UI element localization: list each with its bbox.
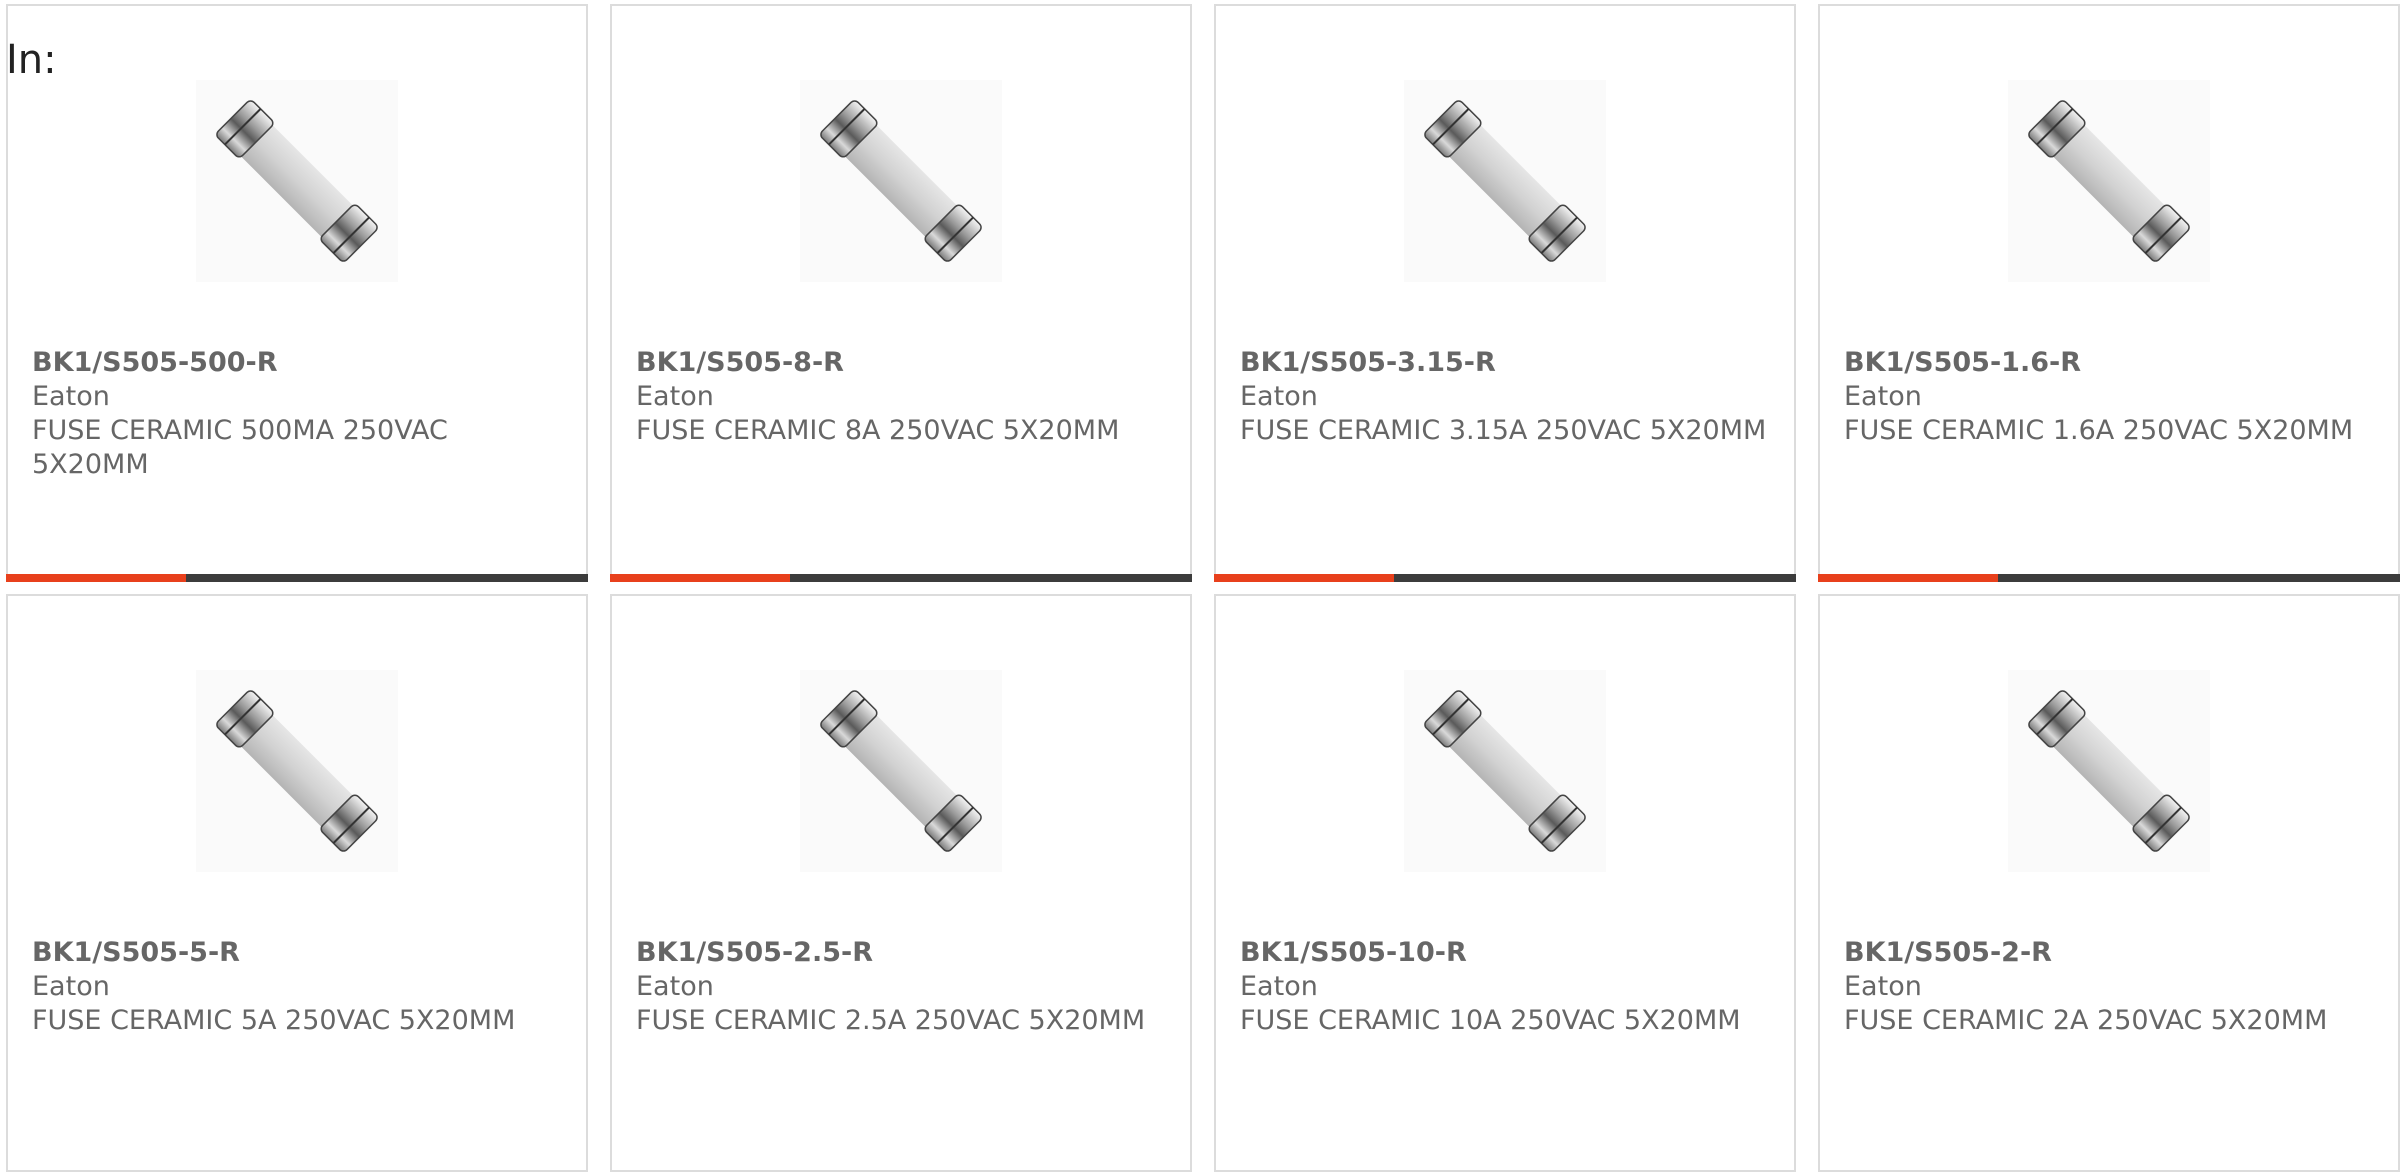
- progress-bar-fill: [1214, 574, 1395, 582]
- product-card[interactable]: BK1/S505-3.15-R Eaton FUSE CERAMIC 3.15A…: [1214, 4, 1796, 582]
- manufacturer: Eaton: [1844, 381, 1922, 412]
- product-info: BK1/S505-2.5-R Eaton FUSE CERAMIC 2.5A 2…: [636, 936, 1166, 1038]
- fuse-image[interactable]: [2008, 80, 2210, 282]
- progress-bar: [6, 574, 588, 582]
- part-number[interactable]: BK1/S505-1.6-R: [1844, 346, 2374, 380]
- product-description: FUSE CERAMIC 3.15A 250VAC 5X20MM: [1240, 415, 1767, 446]
- manufacturer: Eaton: [1240, 971, 1318, 1002]
- manufacturer: Eaton: [32, 381, 110, 412]
- fuse-image[interactable]: [1404, 80, 1606, 282]
- product-description: FUSE CERAMIC 1.6A 250VAC 5X20MM: [1844, 415, 2354, 446]
- product-description: FUSE CERAMIC 500MA 250VAC 5X20MM: [32, 415, 448, 480]
- product-card[interactable]: BK1/S505-5-R Eaton FUSE CERAMIC 5A 250VA…: [6, 594, 588, 1172]
- fuse-image[interactable]: [1404, 670, 1606, 872]
- product-card[interactable]: BK1/S505-1.6-R Eaton FUSE CERAMIC 1.6A 2…: [1818, 4, 2400, 582]
- product-info: BK1/S505-1.6-R Eaton FUSE CERAMIC 1.6A 2…: [1844, 346, 2374, 448]
- part-number[interactable]: BK1/S505-8-R: [636, 346, 1166, 380]
- part-number[interactable]: BK1/S505-2-R: [1844, 936, 2374, 970]
- product-card[interactable]: BK1/S505-500-R Eaton FUSE CERAMIC 500MA …: [6, 4, 588, 582]
- product-info: BK1/S505-10-R Eaton FUSE CERAMIC 10A 250…: [1240, 936, 1770, 1038]
- manufacturer: Eaton: [32, 971, 110, 1002]
- product-card[interactable]: BK1/S505-2-R Eaton FUSE CERAMIC 2A 250VA…: [1818, 594, 2400, 1172]
- manufacturer: Eaton: [1844, 971, 1922, 1002]
- part-number[interactable]: BK1/S505-2.5-R: [636, 936, 1166, 970]
- results-label: In:: [6, 37, 57, 83]
- progress-bar: [610, 574, 1192, 582]
- product-card[interactable]: BK1/S505-2.5-R Eaton FUSE CERAMIC 2.5A 2…: [610, 594, 1192, 1172]
- fuse-image[interactable]: [800, 80, 1002, 282]
- part-number[interactable]: BK1/S505-500-R: [32, 346, 562, 380]
- progress-bar: [1818, 574, 2400, 582]
- product-info: BK1/S505-8-R Eaton FUSE CERAMIC 8A 250VA…: [636, 346, 1166, 448]
- product-info: BK1/S505-3.15-R Eaton FUSE CERAMIC 3.15A…: [1240, 346, 1770, 448]
- part-number[interactable]: BK1/S505-10-R: [1240, 936, 1770, 970]
- fuse-image[interactable]: [800, 670, 1002, 872]
- manufacturer: Eaton: [636, 971, 714, 1002]
- part-number[interactable]: BK1/S505-5-R: [32, 936, 562, 970]
- product-info: BK1/S505-5-R Eaton FUSE CERAMIC 5A 250VA…: [32, 936, 562, 1038]
- product-card[interactable]: BK1/S505-10-R Eaton FUSE CERAMIC 10A 250…: [1214, 594, 1796, 1172]
- manufacturer: Eaton: [1240, 381, 1318, 412]
- progress-bar-fill: [1818, 574, 1999, 582]
- product-description: FUSE CERAMIC 10A 250VAC 5X20MM: [1240, 1005, 1741, 1036]
- product-description: FUSE CERAMIC 8A 250VAC 5X20MM: [636, 415, 1120, 446]
- product-description: FUSE CERAMIC 2.5A 250VAC 5X20MM: [636, 1005, 1146, 1036]
- product-description: FUSE CERAMIC 2A 250VAC 5X20MM: [1844, 1005, 2328, 1036]
- fuse-image[interactable]: [2008, 670, 2210, 872]
- part-number[interactable]: BK1/S505-3.15-R: [1240, 346, 1770, 380]
- product-description: FUSE CERAMIC 5A 250VAC 5X20MM: [32, 1005, 516, 1036]
- product-grid: BK1/S505-500-R Eaton FUSE CERAMIC 500MA …: [6, 4, 2400, 1172]
- product-info: BK1/S505-2-R Eaton FUSE CERAMIC 2A 250VA…: [1844, 936, 2374, 1038]
- progress-bar: [1214, 574, 1796, 582]
- fuse-image[interactable]: [196, 670, 398, 872]
- manufacturer: Eaton: [636, 381, 714, 412]
- fuse-image[interactable]: [196, 80, 398, 282]
- progress-bar-fill: [610, 574, 791, 582]
- progress-bar-fill: [6, 574, 187, 582]
- product-info: BK1/S505-500-R Eaton FUSE CERAMIC 500MA …: [32, 346, 562, 482]
- product-card[interactable]: BK1/S505-8-R Eaton FUSE CERAMIC 8A 250VA…: [610, 4, 1192, 582]
